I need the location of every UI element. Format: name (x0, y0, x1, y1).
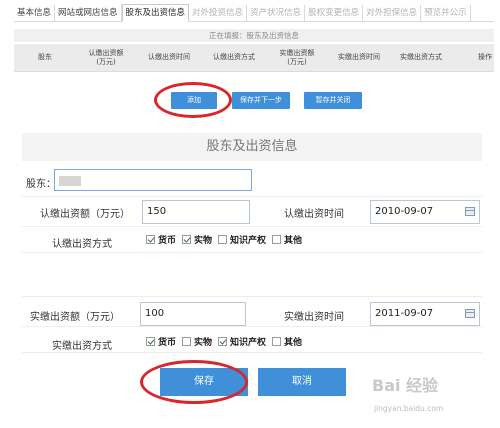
subscribed-method-options: 货币 实物 知识产权 其他 (140, 233, 302, 246)
subscribed-method-row: 认缴出资方式 货币 实物 知识产权 其他 (22, 227, 482, 253)
filling-status: 正在填报：股东及出资信息 (14, 29, 494, 42)
paid-currency-checkbox[interactable] (146, 337, 155, 346)
paid-method-label: 实缴出资方式 (52, 341, 112, 352)
tab-preview-publish[interactable]: 预览并公示 (421, 5, 471, 21)
tab-investment-info[interactable]: 对外投资信息 (189, 5, 248, 21)
watermark: Bai 经验 jingyan.baidu.com (372, 372, 494, 422)
highlight-ring-save (140, 360, 248, 404)
watermark-logo: Bai 经验 (372, 376, 439, 395)
calendar-icon[interactable] (465, 207, 475, 216)
save-close-button[interactable]: 暂存并关闭 (304, 92, 362, 109)
paid-amount-row: 实缴出资额（万元） 100 实缴出资时间 2011-09-07 (22, 297, 482, 327)
shareholder-label: 股东： (26, 179, 56, 190)
subscribed-physical-checkbox[interactable] (182, 235, 192, 244)
paid-other-checkbox[interactable] (272, 337, 282, 346)
subscribed-other-label: 其他 (284, 236, 303, 246)
col-shareholder: 股东 (38, 53, 52, 61)
col-subscribed-method: 认缴出资方式 (213, 53, 255, 61)
paid-currency-label: 货币 (158, 338, 177, 348)
tab-basic-info[interactable]: 基本信息 (14, 5, 56, 21)
subscribed-date-value: 2010-09-07 (375, 206, 434, 217)
tab-shareholder-info[interactable]: 股东及出资信息 (121, 4, 190, 22)
highlight-ring-add (154, 82, 232, 118)
col-subscribed-date: 认缴出资时间 (148, 53, 190, 61)
cancel-button[interactable]: 取消 (258, 368, 346, 396)
paid-amount-input[interactable]: 100 (140, 302, 246, 326)
subscribed-ip-label: 知识产权 (230, 236, 267, 246)
subscribed-currency-checkbox[interactable] (146, 235, 155, 244)
subscribed-amount-input[interactable]: 150 (142, 200, 250, 224)
paid-method-row: 实缴出资方式 货币 实物 知识产权 其他 (22, 327, 482, 353)
paid-physical-checkbox[interactable] (182, 337, 192, 346)
tab-strip: 基本信息 网站或网店信息 股东及出资信息 对外投资信息 资产状况信息 股权变更信… (14, 4, 494, 22)
subscribed-ip-checkbox[interactable] (218, 235, 228, 244)
col-paid-date: 实缴出资时间 (338, 53, 380, 61)
shareholder-table-header: 股东 认缴出资额 (万元) 认缴出资时间 认缴出资方式 实缴出资额 (万元) 实… (14, 44, 494, 72)
tab-equity-change-info[interactable]: 股权变更信息 (305, 5, 364, 21)
subscribed-date-input[interactable]: 2010-09-07 (370, 200, 480, 224)
subscribed-physical-label: 实物 (194, 236, 213, 246)
calendar-icon[interactable] (465, 309, 475, 318)
shareholder-row: 股东： (22, 163, 482, 197)
save-next-button[interactable]: 保存并下一步 (232, 92, 290, 109)
col-actions: 操作 (478, 53, 492, 61)
paid-other-label: 其他 (284, 338, 303, 348)
tab-guarantee-info[interactable]: 对外担保信息 (363, 5, 422, 21)
subscribed-method-label: 认缴出资方式 (52, 239, 112, 250)
subscribed-amount-label: 认缴出资额（万元） (40, 209, 130, 220)
subscribed-amount-row: 认缴出资额（万元） 150 认缴出资时间 2010-09-07 (22, 197, 482, 227)
col-paid-amount: 实缴出资额 (万元) (279, 48, 315, 66)
form-spacer (22, 253, 482, 297)
paid-ip-checkbox[interactable] (218, 337, 228, 346)
paid-date-input[interactable]: 2011-09-07 (370, 302, 480, 326)
section-title: 股东及出资信息 (22, 133, 482, 161)
shareholder-input[interactable] (54, 169, 252, 191)
col-paid-method: 实缴出资方式 (400, 53, 442, 61)
tab-asset-info[interactable]: 资产状况信息 (247, 5, 306, 21)
subscribed-other-checkbox[interactable] (272, 235, 282, 244)
watermark-url: jingyan.baidu.com (374, 404, 444, 413)
subscribed-date-label: 认缴出资时间 (284, 209, 344, 220)
paid-date-label: 实缴出资时间 (284, 312, 344, 323)
subscribed-currency-label: 货币 (158, 236, 177, 246)
col-subscribed-amount: 认缴出资额 (万元) (88, 48, 124, 66)
tab-website-info[interactable]: 网站或网店信息 (55, 5, 122, 21)
paid-ip-label: 知识产权 (230, 338, 267, 348)
paid-method-options: 货币 实物 知识产权 其他 (140, 335, 302, 348)
paid-amount-label: 实缴出资额（万元） (30, 312, 120, 323)
paid-date-value: 2011-09-07 (375, 308, 434, 319)
paid-physical-label: 实物 (194, 338, 213, 348)
